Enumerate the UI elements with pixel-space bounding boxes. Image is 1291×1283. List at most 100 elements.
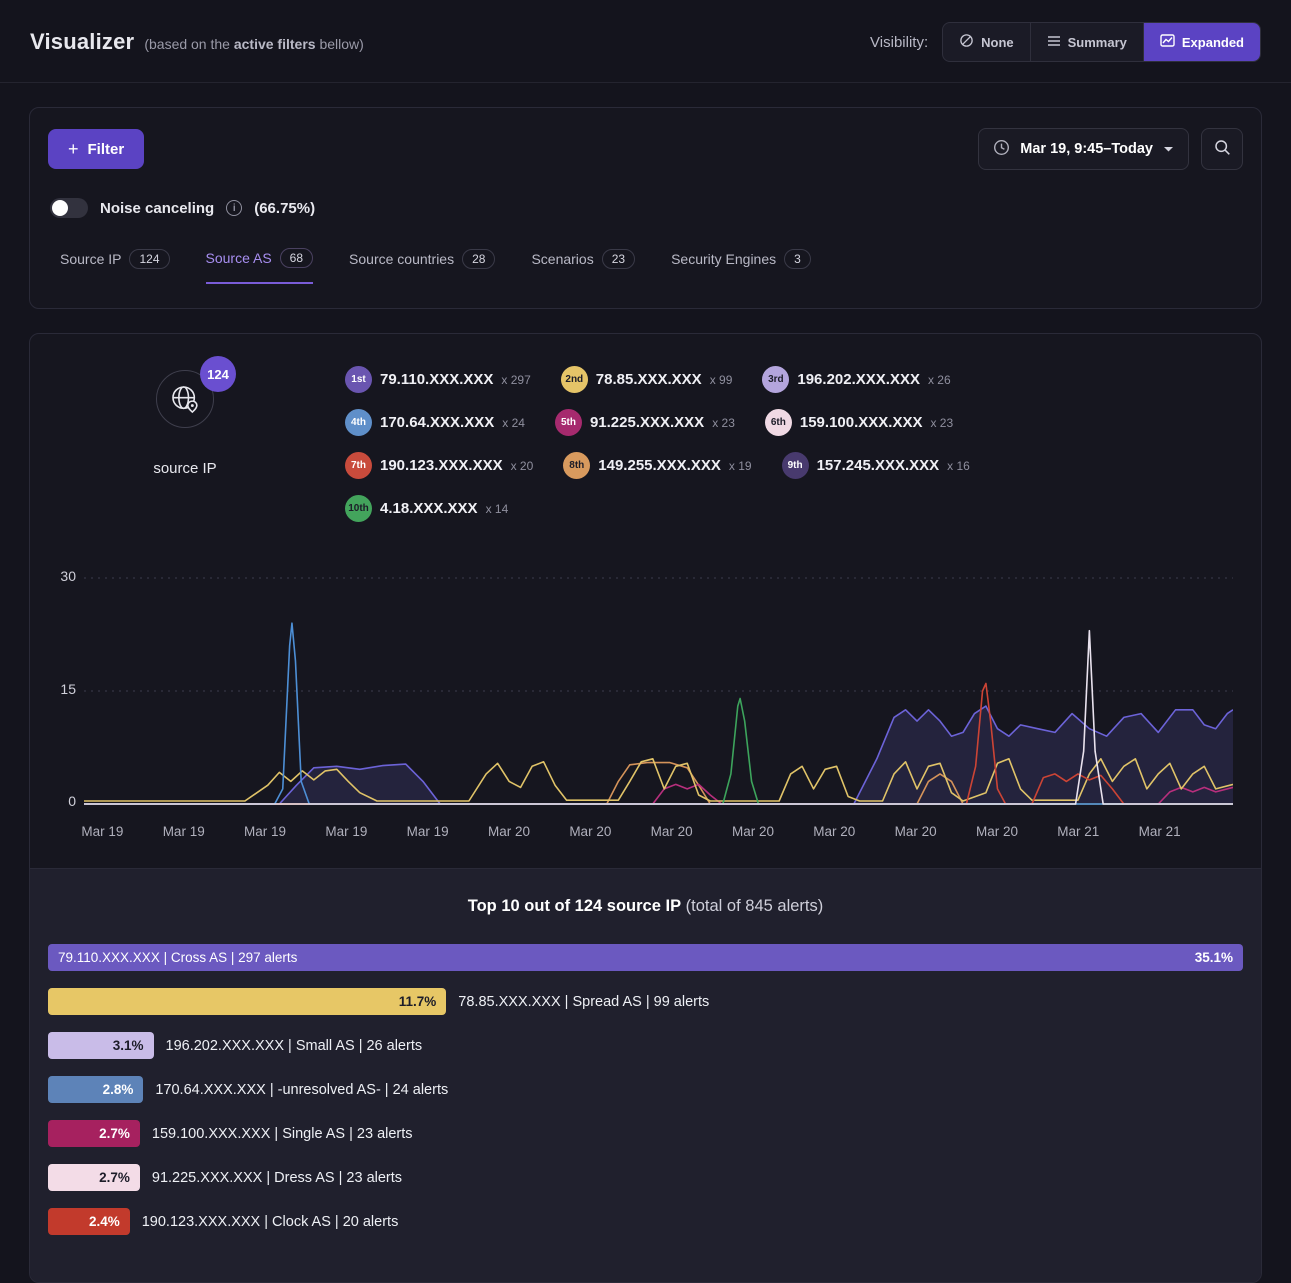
visibility-label: Visibility:: [870, 34, 928, 51]
x-axis-tick: Mar 21: [1057, 824, 1099, 839]
top10-bar[interactable]: 2.8%: [48, 1076, 143, 1103]
legend-ip: 170.64.XXX.XXX: [380, 414, 494, 431]
rank-badge: 9th: [782, 452, 809, 479]
x-axis-tick: Mar 20: [976, 824, 1018, 839]
noise-canceling-toggle[interactable]: [50, 198, 88, 218]
clock-icon: [993, 139, 1010, 160]
entity-tabs: Source IP124Source AS68Source countries2…: [60, 248, 1243, 284]
tab-count-badge: 68: [280, 248, 313, 268]
y-axis-tick: 30: [42, 568, 76, 584]
top10-section: Top 10 out of 124 source IP (total of 84…: [30, 868, 1261, 1282]
x-axis-tick: Mar 20: [488, 824, 530, 839]
legend-count: x 19: [729, 459, 752, 473]
legend-count: x 99: [710, 373, 733, 387]
tab-count-badge: 23: [602, 249, 635, 269]
legend-count: x 23: [712, 416, 735, 430]
timeseries-chart: 30 15 0: [42, 564, 1233, 814]
rank-badge: 8th: [563, 452, 590, 479]
bar-percent: 3.1%: [113, 1038, 144, 1053]
date-range-button[interactable]: Mar 19, 9:45–Today: [978, 128, 1189, 170]
top10-bar[interactable]: 3.1%: [48, 1032, 154, 1059]
legend-item[interactable]: 4th 170.64.XXX.XXX x 24: [345, 409, 525, 436]
rank-badge: 3rd: [762, 366, 789, 393]
tab-label: Security Engines: [671, 251, 776, 267]
tab-security-engines[interactable]: Security Engines 3: [671, 248, 811, 284]
search-button[interactable]: [1201, 128, 1243, 170]
legend-count: x 23: [930, 416, 953, 430]
legend-ip: 149.255.XXX.XXX: [598, 457, 721, 474]
chevron-down-icon: [1163, 141, 1174, 157]
rank-badge: 4th: [345, 409, 372, 436]
x-axis-tick: Mar 19: [325, 824, 367, 839]
bar-inline-label: 79.110.XXX.XXX | Cross AS | 297 alerts: [58, 950, 297, 965]
top10-bar-row: 2.4%190.123.XXX.XXX | Clock AS | 20 aler…: [48, 1208, 1243, 1235]
x-axis-tick: Mar 20: [569, 824, 611, 839]
tab-label: Scenarios: [531, 251, 593, 267]
top10-bar[interactable]: 79.110.XXX.XXX | Cross AS | 297 alerts 35…: [48, 944, 1243, 971]
rank-badge: 7th: [345, 452, 372, 479]
top10-bar-row: 79.110.XXX.XXX | Cross AS | 297 alerts 35…: [48, 944, 1243, 971]
legend-count: x 26: [928, 373, 951, 387]
x-axis-tick: Mar 19: [407, 824, 449, 839]
top-bar: Visualizer (based on the active filters …: [0, 0, 1291, 83]
legend-item[interactable]: 2nd 78.85.XXX.XXX x 99: [561, 366, 733, 393]
y-axis-tick: 15: [42, 681, 76, 697]
legend-ip: 78.85.XXX.XXX: [596, 371, 702, 388]
legend-item[interactable]: 10th4.18.XXX.XXXx 14: [345, 495, 508, 522]
top10-title: Top 10 out of 124 source IP (total of 84…: [48, 897, 1243, 916]
bar-percent: 35.1%: [1195, 950, 1233, 965]
chart-area-79-110-xxx-xxx: [84, 706, 1233, 804]
plus-icon: +: [68, 140, 79, 158]
bar-label: 170.64.XXX.XXX | -unresolved AS- | 24 al…: [155, 1082, 448, 1098]
x-axis-tick: Mar 20: [651, 824, 693, 839]
legend-item[interactable]: 8th 149.255.XXX.XXX x 19: [563, 452, 751, 479]
tab-label: Source IP: [60, 251, 121, 267]
x-axis-tick: Mar 20: [895, 824, 937, 839]
visibility-expanded-button[interactable]: Expanded: [1143, 23, 1260, 61]
legend-count: x 16: [947, 459, 970, 473]
legend-ip: 157.245.XXX.XXX: [817, 457, 940, 474]
legend-item[interactable]: 6th159.100.XXX.XXXx 23: [765, 409, 953, 436]
legend-count: x 14: [486, 502, 509, 516]
legend-item[interactable]: 9th 157.245.XXX.XXX x 16: [782, 452, 970, 479]
legend-count: x 24: [502, 416, 525, 430]
tab-count-badge: 3: [784, 249, 811, 269]
visibility-none-button[interactable]: None: [943, 23, 1030, 61]
x-axis-tick: Mar 19: [81, 824, 123, 839]
legend-count: x 297: [501, 373, 530, 387]
legend-ip: 196.202.XXX.XXX: [797, 371, 920, 388]
rank-badge: 1st: [345, 366, 372, 393]
top10-bars: 79.110.XXX.XXX | Cross AS | 297 alerts 35…: [48, 944, 1243, 1235]
info-icon[interactable]: i: [226, 200, 242, 216]
tab-scenarios[interactable]: Scenarios 23: [531, 248, 635, 284]
bar-percent: 2.7%: [99, 1126, 130, 1141]
toggle-knob: [52, 200, 68, 216]
legend-item[interactable]: 3rd 196.202.XXX.XXX x 26: [762, 366, 950, 393]
tab-source-ip[interactable]: Source IP124: [60, 248, 170, 284]
entity-block: 124 source IP: [120, 364, 250, 522]
visibility-summary-button[interactable]: Summary: [1030, 23, 1143, 61]
tab-source-countries[interactable]: Source countries28: [349, 248, 495, 284]
x-axis-tick: Mar 19: [163, 824, 205, 839]
date-range-label: Mar 19, 9:45–Today: [1020, 141, 1153, 157]
top10-bar[interactable]: 2.7%: [48, 1120, 140, 1147]
bar-percent: 2.8%: [103, 1082, 134, 1097]
tab-label: Source countries: [349, 251, 454, 267]
rank-badge: 5th: [555, 409, 582, 436]
rank-badge: 2nd: [561, 366, 588, 393]
x-axis-tick: Mar 20: [813, 824, 855, 839]
x-axis-tick: Mar 21: [1139, 824, 1181, 839]
top10-bar[interactable]: 2.4%: [48, 1208, 130, 1235]
legend-item[interactable]: 5th91.225.XXX.XXXx 23: [555, 409, 735, 436]
top10-bar[interactable]: 2.7%: [48, 1164, 140, 1191]
x-axis-tick: Mar 20: [732, 824, 774, 839]
page-title: Visualizer: [30, 29, 134, 55]
top10-bar[interactable]: 11.7%: [48, 988, 446, 1015]
top10-bar-row: 3.1%196.202.XXX.XXX | Small AS | 26 aler…: [48, 1032, 1243, 1059]
legend-item[interactable]: 1st79.110.XXX.XXXx 297: [345, 366, 531, 393]
tab-source-as[interactable]: Source AS68: [206, 248, 314, 284]
add-filter-button[interactable]: + Filter: [48, 129, 144, 169]
legend-item[interactable]: 7th190.123.XXX.XXXx 20: [345, 452, 533, 479]
noise-canceling-label: Noise canceling: [100, 200, 214, 217]
x-axis-labels: Mar 19Mar 19Mar 19Mar 19Mar 19Mar 20Mar …: [84, 824, 1233, 852]
